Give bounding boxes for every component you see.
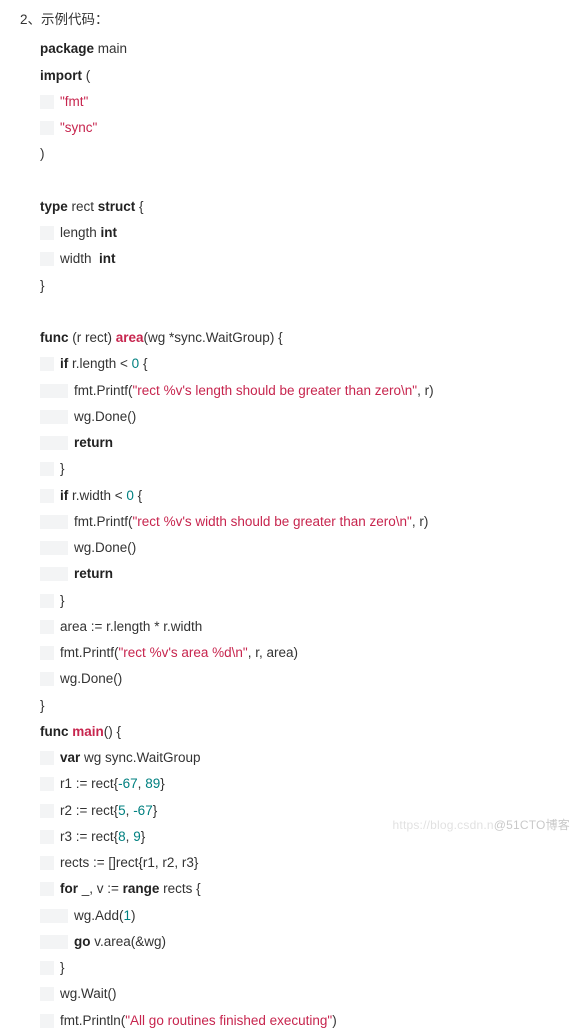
code-line: length int (40, 220, 578, 246)
code-line: } (40, 456, 578, 482)
code-line: type rect struct { (40, 194, 578, 220)
code-line: } (40, 693, 578, 719)
code-line: "fmt" (40, 89, 578, 115)
blank-line (40, 168, 578, 194)
code-line: area := r.length * r.width (40, 614, 578, 640)
code-line: wg.Wait() (40, 981, 578, 1007)
code-line: "sync" (40, 115, 578, 141)
code-line: } (40, 955, 578, 981)
code-line: } (40, 588, 578, 614)
code-line: return (40, 561, 578, 587)
code-line: var wg sync.WaitGroup (40, 745, 578, 771)
blank-line (40, 299, 578, 325)
code-line: if r.width < 0 { (40, 483, 578, 509)
section-heading: 2、示例代码： (0, 0, 578, 36)
code-line: fmt.Println("All go routines finished ex… (40, 1008, 578, 1034)
code-line: wg.Done() (40, 404, 578, 430)
code-line: rects := []rect{r1, r2, r3} (40, 850, 578, 876)
code-block: package main import ( "fmt" "sync" ) typ… (0, 36, 578, 1034)
code-line: r1 := rect{-67, 89} (40, 771, 578, 797)
code-line: func main() { (40, 719, 578, 745)
code-line: fmt.Printf("rect %v's length should be g… (40, 378, 578, 404)
code-line: func (r rect) area(wg *sync.WaitGroup) { (40, 325, 578, 351)
watermark: https://blog.csdn.n@51CTO博客 (393, 816, 570, 834)
code-line: wg.Done() (40, 535, 578, 561)
code-line: go v.area(&wg) (40, 929, 578, 955)
code-line: import ( (40, 63, 578, 89)
code-line: fmt.Printf("rect %v's width should be gr… (40, 509, 578, 535)
code-line: wg.Done() (40, 666, 578, 692)
code-line: fmt.Printf("rect %v's area %d\n", r, are… (40, 640, 578, 666)
code-line: width int (40, 246, 578, 272)
code-line: if r.length < 0 { (40, 351, 578, 377)
code-line: } (40, 273, 578, 299)
code-line: ) (40, 141, 578, 167)
code-line: wg.Add(1) (40, 903, 578, 929)
code-line: for _, v := range rects { (40, 876, 578, 902)
code-line: package main (40, 36, 578, 62)
code-line: return (40, 430, 578, 456)
